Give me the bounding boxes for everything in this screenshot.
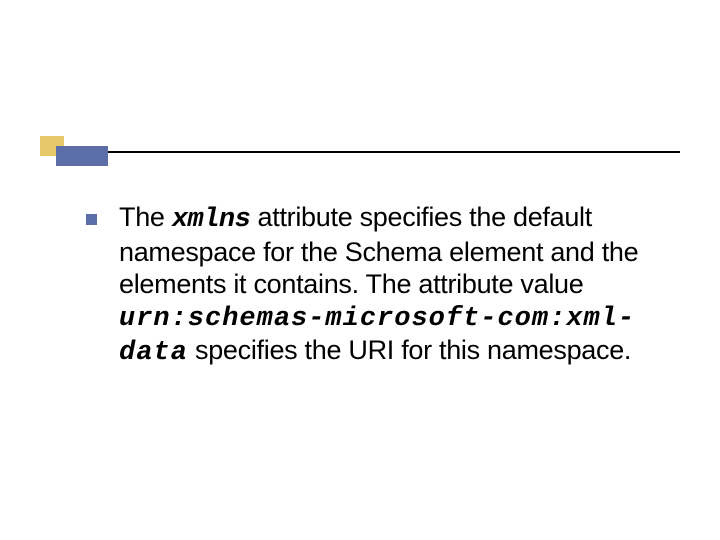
title-divider [40,142,680,162]
body-text: The xmlns attribute specifies the defaul… [119,202,660,370]
text-part-1: The [119,202,172,232]
accent-block-blue [56,146,108,166]
divider-line [108,151,680,153]
code-xmlns: xmlns [172,205,251,235]
content-area: The xmlns attribute specifies the defaul… [86,202,660,370]
text-part-3: specifies the URI for this namespace. [188,335,631,365]
square-bullet-icon [86,214,97,225]
slide: The xmlns attribute specifies the defaul… [0,0,720,540]
bullet-item: The xmlns attribute specifies the defaul… [86,202,660,370]
